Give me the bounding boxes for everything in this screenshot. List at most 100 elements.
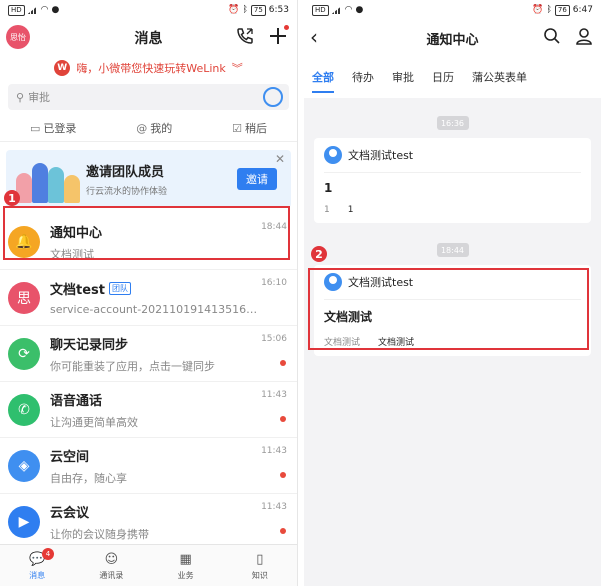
team-illustration	[14, 155, 80, 203]
tab-business[interactable]: ▦ 业务	[149, 545, 223, 586]
tab-calendar[interactable]: 日历	[432, 59, 454, 95]
notification-card[interactable]: 文档测试test 1 1 1	[314, 138, 591, 223]
add-icon[interactable]	[269, 25, 289, 45]
unread-badge: 4	[42, 548, 54, 560]
tab-knowledge[interactable]: ▯ 知识	[223, 545, 297, 586]
unread-dot	[280, 416, 286, 422]
phone-icon: ✆	[8, 393, 40, 426]
welink-promo-banner[interactable]: W 嗨，小微带您快速玩转WeLink ︾	[0, 56, 297, 80]
filter-label: 我的	[150, 121, 173, 135]
conversation-time: 11:43	[261, 502, 287, 512]
conversation-preview: 让你的会议随身携带	[50, 527, 149, 541]
bluetooth-icon: ᛒ	[242, 5, 248, 15]
filter-label: 稍后	[245, 121, 268, 135]
person-figure	[64, 175, 80, 203]
robot-assistant-icon[interactable]	[263, 87, 283, 107]
filter-label: 已登录	[43, 121, 77, 135]
group-avatar-icon: 思	[8, 281, 40, 314]
header-actions	[235, 25, 289, 46]
conversation-row[interactable]: 思文档test 团队 service-account-202110191413516…	[0, 270, 297, 326]
conversation-row[interactable]: ✆ 语音通话 让沟通更简单高效 11:43	[0, 382, 297, 438]
team-tag: 团队	[108, 282, 131, 295]
card-field-key: 1	[324, 205, 330, 215]
tab-label: 业务	[177, 571, 194, 580]
conversation-preview: 让沟通更简单高效	[50, 415, 138, 429]
alarm-icon: ⏰	[532, 5, 544, 15]
battery-icon: 75	[250, 4, 266, 16]
hd-icon: HD	[312, 4, 329, 16]
person-icon[interactable]	[575, 27, 593, 45]
page-title: 通知中心	[426, 32, 479, 48]
status-left-icons: HD ◠ ●	[312, 4, 364, 16]
tab-messages[interactable]: 💬 4 消息	[0, 545, 74, 586]
double-chevron-down-icon: ︾	[231, 62, 243, 75]
search-input[interactable]: ⚲ 审批	[8, 84, 289, 110]
invite-subtitle: 行云流水的协作体验	[86, 187, 168, 197]
tab-label: 消息	[29, 571, 46, 580]
screenshot-root: HD ◠ ● ⏰ ᛒ 75 6:53 思怡 消息 W 嗨，小微带您快速玩转WeL…	[0, 0, 601, 586]
checkbox-icon: ☑	[232, 121, 243, 135]
step-marker-1: 1	[4, 190, 20, 206]
conversation-row[interactable]: ▶ 云会议 让你的会议随身携带 11:43	[0, 494, 297, 550]
tab-form[interactable]: 蒲公英表单	[472, 59, 527, 95]
card-title: 1	[324, 181, 333, 195]
conversation-name: 云空间	[50, 449, 90, 465]
conversation-time: 11:43	[261, 390, 287, 400]
alarm-icon: ⏰	[228, 5, 240, 15]
status-bar: HD ◠ ● ⏰ ᛒ 75 6:53	[0, 0, 297, 20]
search-icon[interactable]	[543, 27, 561, 45]
page-title: 消息	[134, 31, 163, 47]
notification-icon: ●	[355, 5, 364, 15]
filter-logged-in[interactable]: ▭ 已登录	[30, 120, 76, 136]
filter-later[interactable]: ☑ 稍后	[232, 120, 267, 136]
hd-icon: HD	[8, 4, 25, 16]
search-placeholder: 审批	[28, 91, 51, 104]
conversation-name: 云会议	[50, 505, 90, 521]
book-icon: ▯	[256, 551, 264, 567]
conversation-name-row: 云会议	[50, 502, 297, 521]
status-right-icons: ⏰ ᛒ 75 6:53	[228, 4, 289, 16]
tab-approval[interactable]: 审批	[392, 59, 414, 95]
tab-label: 知识	[251, 571, 268, 580]
welink-logo-icon: W	[54, 60, 71, 76]
add-red-dot	[284, 25, 289, 30]
bluetooth-icon: ᛒ	[546, 5, 552, 15]
conversation-time: 15:06	[261, 334, 287, 344]
sync-icon: ⟳	[8, 337, 40, 370]
bottom-tab-bar: 💬 4 消息 ☺ 通讯录 ▦ 业务 ▯ 知识	[0, 544, 297, 586]
contacts-icon: ☺	[104, 551, 119, 567]
conversation-row[interactable]: ◈ 云空间自由存，随心享 11:43	[0, 438, 297, 494]
conversation-name: 聊天记录同步	[50, 337, 129, 353]
header: 思怡 消息	[0, 20, 297, 56]
status-left-icons: HD ◠ ●	[8, 4, 59, 16]
person-figure	[48, 167, 64, 203]
org-avatar[interactable]: 思怡	[6, 25, 30, 49]
status-right-icons: ⏰ ᛒ 76 6:47	[532, 4, 593, 16]
close-icon[interactable]: ✕	[275, 152, 285, 166]
tab-contacts[interactable]: ☺ 通讯录	[74, 545, 148, 586]
conversation-time: 16:10	[261, 278, 287, 288]
invite-banner: 邀请团队成员 行云流水的协作体验 邀请 ✕	[6, 150, 291, 208]
search-icon: ⚲	[16, 90, 25, 104]
back-arrow-icon[interactable]: ‹	[310, 27, 318, 47]
tab-all[interactable]: 全部	[312, 59, 334, 95]
person-figure	[32, 163, 48, 203]
call-icon[interactable]	[235, 26, 255, 46]
wifi-icon: ◠	[344, 5, 353, 15]
monitor-icon: ▭	[29, 121, 41, 135]
conversation-preview: service-account-20211019141351699...	[50, 303, 260, 316]
conversation-row[interactable]: ⟳ 聊天记录同步 你可能重装了应用，点击一键同步 15:06	[0, 326, 297, 382]
highlight-box-2	[308, 268, 589, 350]
filter-bar: ▭ 已登录 @ 我的 ☑ 稍后	[0, 114, 297, 142]
cloud-box-icon: ◈	[8, 449, 40, 482]
conversation-preview: 自由存，随心享	[50, 471, 127, 485]
invite-button[interactable]: 邀请	[237, 168, 277, 190]
unread-dot	[280, 472, 286, 478]
conversation-time: 11:43	[261, 446, 287, 456]
timestamp-divider: 18:44	[436, 243, 469, 257]
filter-mine[interactable]: @ 我的	[136, 120, 172, 136]
category-tabs: 全部 待办 审批 日历 蒲公英表单	[304, 56, 601, 98]
tab-label: 通讯录	[99, 571, 124, 580]
tab-todo[interactable]: 待办	[352, 59, 374, 95]
clock-text: 6:47	[572, 5, 593, 15]
